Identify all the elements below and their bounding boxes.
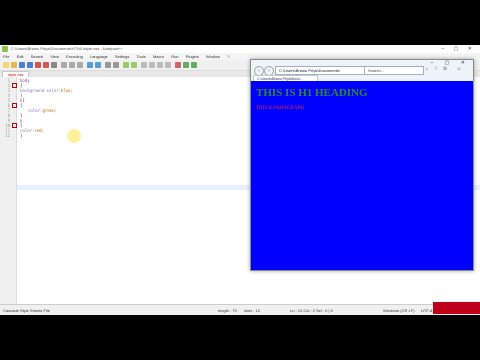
zoom-out-icon[interactable] [131, 62, 137, 68]
close-file-icon[interactable] [35, 62, 41, 68]
page-heading: THIS IS H1 HEADING [256, 87, 368, 99]
taskbar-tray [433, 302, 480, 314]
video-letterbox-bottom [0, 315, 480, 360]
code-line: color:green; [28, 108, 57, 113]
menu-window[interactable]: Window [206, 54, 220, 59]
run-macro-icon[interactable] [191, 62, 197, 68]
window-title: C:\Users\Bhanu Priya\Documents\HTML\styl… [11, 46, 123, 51]
browser-search-input[interactable]: Search... [364, 66, 424, 75]
code-line: background-color:blue; [20, 88, 73, 93]
search-placeholder: Search... [368, 68, 385, 73]
rendered-page: THIS IS H1 HEADING THIS IS PARAGRAPH [251, 81, 473, 270]
fold-marker-icon[interactable] [12, 103, 17, 108]
property: background-color: [20, 88, 61, 93]
home-icon[interactable]: ⌂ [424, 66, 430, 72]
cut-icon[interactable] [61, 62, 67, 68]
mouse-cursor-highlight [67, 129, 81, 143]
menu-encoding[interactable]: Encoding [66, 54, 83, 59]
record-macro-icon[interactable] [175, 62, 181, 68]
menu-help[interactable]: ? [227, 54, 229, 59]
redo-icon[interactable] [95, 62, 101, 68]
menu-search[interactable]: Search [31, 54, 44, 59]
smiley-icon[interactable]: ☺ [456, 66, 462, 72]
brace: } [20, 133, 23, 138]
window-titlebar: C:\Users\Bhanu Priya\Documents\HTML\styl… [0, 45, 480, 53]
print-icon[interactable] [51, 62, 57, 68]
sync-scroll-icon[interactable] [141, 62, 147, 68]
code-line: { [20, 103, 22, 108]
zoom-in-icon[interactable] [123, 62, 129, 68]
new-file-icon[interactable] [3, 62, 9, 68]
settings-icon[interactable]: ⚙ [442, 66, 448, 72]
menu-language[interactable]: Language [90, 54, 108, 59]
find-icon[interactable] [105, 62, 111, 68]
menu-run[interactable]: Run [171, 54, 178, 59]
open-file-icon[interactable] [11, 62, 17, 68]
save-all-icon[interactable] [27, 62, 33, 68]
close-all-icon[interactable] [43, 62, 49, 68]
window-controls[interactable]: – ▢ ✕ [442, 45, 476, 53]
undo-icon[interactable] [87, 62, 93, 68]
value: blue; [60, 88, 73, 93]
paste-icon[interactable] [77, 62, 83, 68]
code-line: color:red; [20, 128, 44, 133]
line-number-gutter: 1 2 3 4 5 6 7 8 9 10 11 12 [0, 77, 17, 304]
show-all-chars-icon[interactable] [157, 62, 163, 68]
app-icon [2, 46, 8, 52]
value: red; [34, 128, 45, 133]
address-bar[interactable]: C:\Users\Bhanu Priya\Documents\ [275, 66, 365, 75]
browser-window: – ▢ ✕ ‹ › C:\Users\Bhanu Priya\Documents… [250, 59, 474, 271]
replace-icon[interactable] [113, 62, 119, 68]
menu-plugins[interactable]: Plugins [186, 54, 199, 59]
menu-macro[interactable]: Macro [153, 54, 164, 59]
fold-marker-icon[interactable] [12, 123, 17, 128]
code-line: } [20, 133, 22, 138]
browser-chrome: – ▢ ✕ ‹ › C:\Users\Bhanu Priya\Documents… [251, 60, 473, 82]
notepadpp-window: C:\Users\Bhanu Priya\Documents\HTML\styl… [0, 45, 480, 316]
line-number: 12 [5, 133, 10, 138]
star-icon[interactable]: ☆ [433, 66, 439, 72]
play-macro-icon[interactable] [183, 62, 189, 68]
video-letterbox-top [0, 0, 480, 45]
brace: { [20, 103, 23, 108]
page-paragraph: THIS IS PARAGRAPH [256, 106, 304, 111]
menu-view[interactable]: View [50, 54, 59, 59]
fold-marker-icon[interactable] [12, 83, 17, 88]
indent-guide-icon[interactable] [165, 62, 171, 68]
menu-tools[interactable]: Tools [136, 54, 145, 59]
copy-icon[interactable] [69, 62, 75, 68]
menu-file[interactable]: File [3, 54, 9, 59]
word-wrap-icon[interactable] [149, 62, 155, 68]
property: color: [28, 108, 43, 113]
address-text: C:\Users\Bhanu Priya\Documents\ [279, 68, 340, 73]
save-icon[interactable] [19, 62, 25, 68]
menu-edit[interactable]: Edit [17, 54, 24, 59]
value: green; [42, 108, 57, 113]
menu-settings[interactable]: Settings [115, 54, 129, 59]
